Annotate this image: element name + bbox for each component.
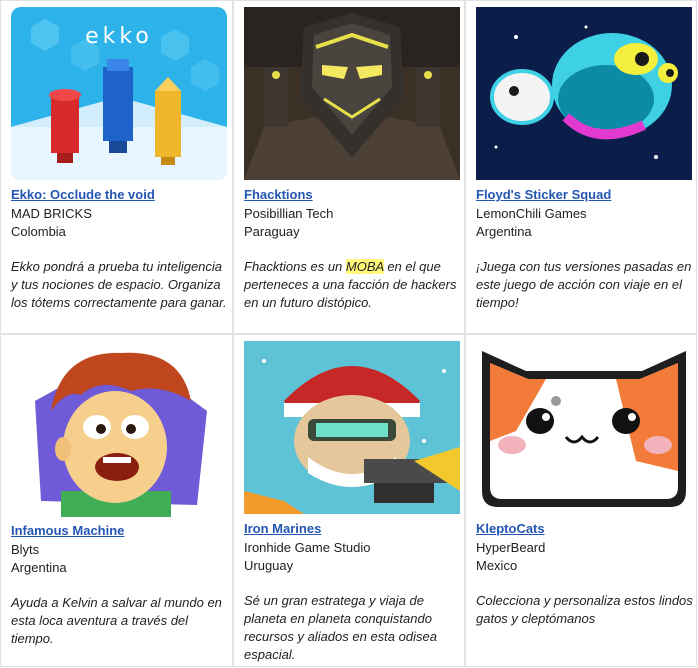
country-name: Paraguay — [244, 224, 300, 239]
svg-text:ekko: ekko — [85, 24, 153, 49]
game-card-iron-marines: Iron Marines Ironhide Game Studio Urugua… — [233, 334, 465, 667]
game-description: Fhacktions es un MOBA en el que pertenec… — [244, 259, 457, 310]
game-thumbnail-fhacktions[interactable] — [244, 7, 460, 180]
game-title-link[interactable]: Floyd's Sticker Squad — [476, 187, 611, 202]
kleptocats-cat-image — [476, 341, 692, 514]
game-description: Colecciona y personaliza estos lindos ga… — [476, 593, 693, 626]
game-thumbnail-iron-marines[interactable] — [244, 341, 460, 514]
game-grid: ekko Ekko: Occlude the void MAD BRICKS C… — [0, 0, 697, 667]
game-description: Ayuda a Kelvin a salvar al mundo en esta… — [11, 595, 222, 646]
country-name: Mexico — [476, 558, 518, 573]
game-card-kleptocats: KleptoCats HyperBeard Mexico Colecciona … — [465, 334, 697, 667]
game-description: Ekko pondrá a prueba tu inteligencia y t… — [11, 259, 227, 310]
game-card-ekko: ekko Ekko: Occlude the void MAD BRICKS C… — [0, 0, 233, 334]
developer-name: Blyts — [11, 542, 40, 557]
game-card-floyds: Floyd's Sticker Squad LemonChili Games A… — [465, 0, 697, 334]
iron-marines-soldier-image — [244, 341, 460, 514]
game-thumbnail-kleptocats[interactable] — [476, 341, 692, 514]
game-card-fhacktions: Fhacktions Posibillian Tech Paraguay Fha… — [233, 0, 465, 334]
game-thumbnail-ekko[interactable]: ekko — [11, 7, 227, 180]
developer-name: Posibillian Tech — [244, 206, 334, 221]
game-card-infamous-machine: Infamous Machine Blyts Argentina Ayuda a… — [0, 334, 233, 667]
game-thumbnail-floyds[interactable] — [476, 7, 692, 180]
moba-highlight: MOBA — [345, 259, 384, 274]
floyds-alien-image — [476, 7, 692, 180]
developer-name: MAD BRICKS — [11, 206, 92, 221]
game-title-link[interactable]: Ekko: Occlude the void — [11, 187, 155, 202]
country-name: Colombia — [11, 224, 66, 239]
infamous-machine-kelvin-image — [11, 341, 227, 517]
game-title-link[interactable]: KleptoCats — [476, 521, 545, 536]
country-name: Uruguay — [244, 558, 294, 573]
game-description: ¡Juega con tus versiones pasadas en este… — [476, 259, 692, 310]
developer-name: Ironhide Game Studio — [244, 540, 371, 555]
country-name: Argentina — [476, 224, 532, 239]
country-name: Argentina — [11, 560, 67, 575]
game-description: Sé un gran estratega y viaja de planeta … — [244, 593, 437, 662]
game-thumbnail-infamous-machine[interactable] — [11, 341, 227, 517]
game-title-link[interactable]: Fhacktions — [244, 187, 313, 202]
ekko-totems-image: ekko — [11, 7, 227, 180]
fhacktions-robot-image — [244, 7, 460, 180]
game-title-link[interactable]: Infamous Machine — [11, 523, 124, 538]
developer-name: LemonChili Games — [476, 206, 587, 221]
game-title-link[interactable]: Iron Marines — [244, 521, 321, 536]
developer-name: HyperBeard — [476, 540, 546, 555]
